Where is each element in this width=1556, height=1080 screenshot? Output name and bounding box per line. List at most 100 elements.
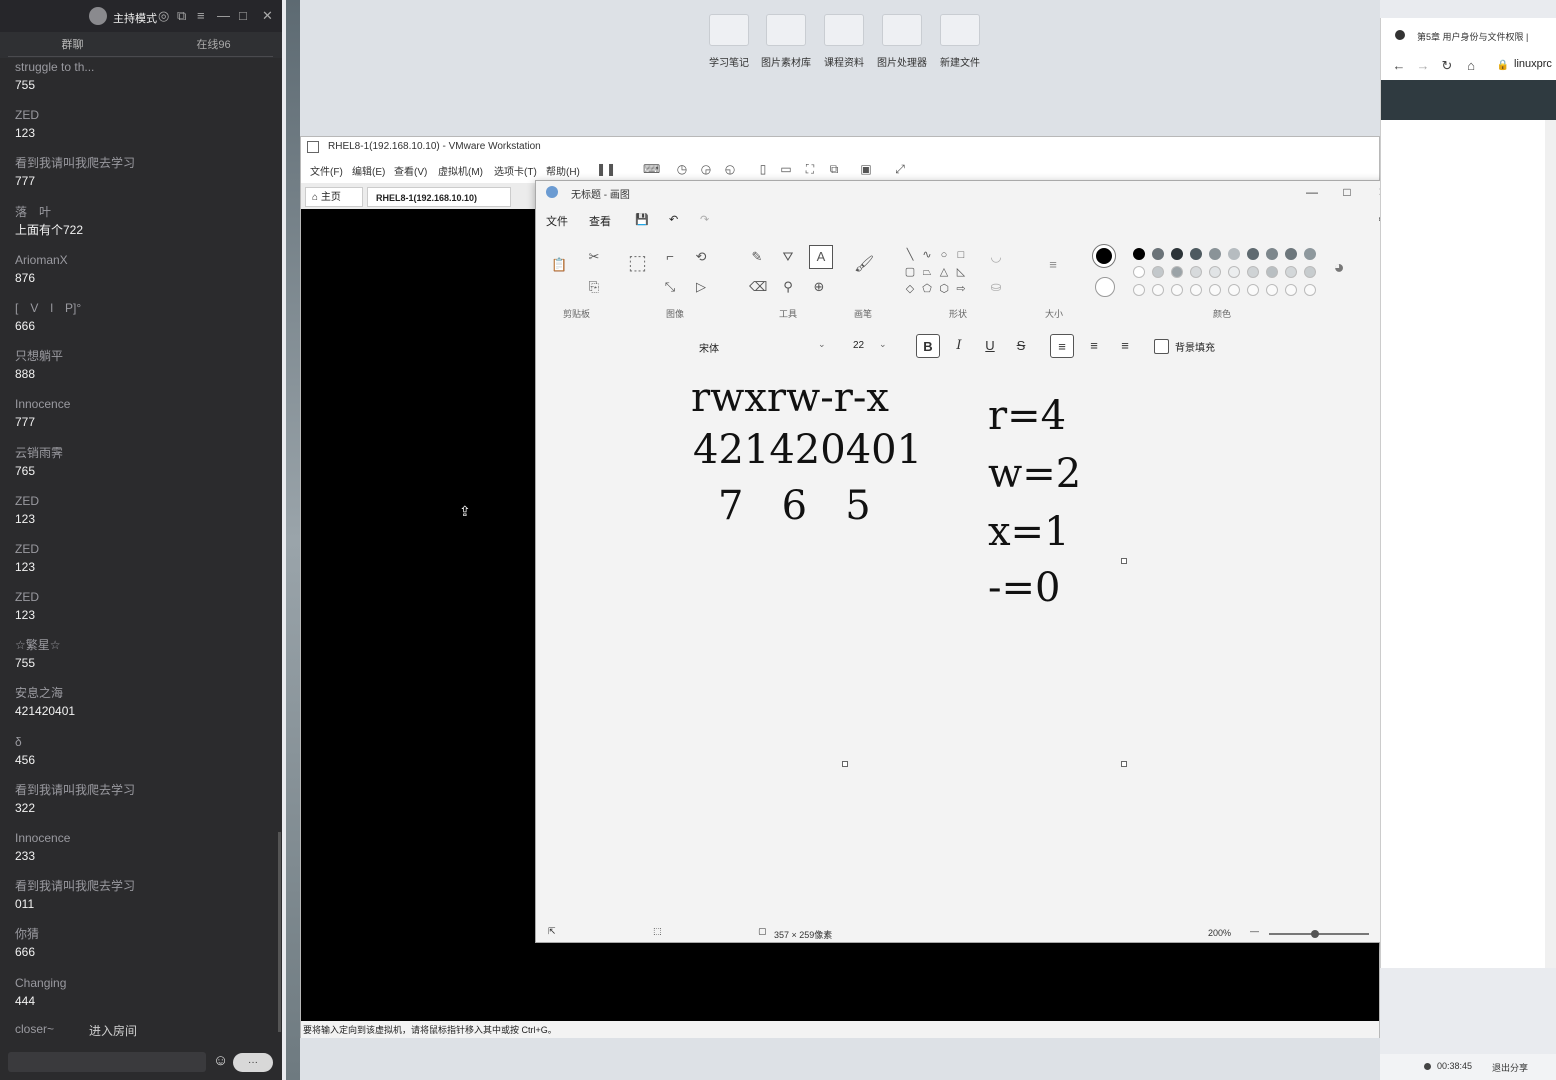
chevron-down-icon[interactable]: ⌄ xyxy=(818,339,826,350)
chat-scrollbar[interactable] xyxy=(278,832,281,1032)
strikethrough-button[interactable]: S xyxy=(1009,334,1033,358)
color-swatch[interactable] xyxy=(1304,266,1316,278)
forward-icon[interactable]: → xyxy=(1415,58,1431,74)
vmware-titlebar[interactable]: RHEL8-1(192.168.10.10) - VMware Workstat… xyxy=(301,137,1379,157)
save-icon[interactable]: 💾 xyxy=(635,213,649,226)
paint-canvas[interactable]: rwxrw-r-x 421420401 7 6 5 r=4 w=2 x=1 -=… xyxy=(536,375,1400,913)
send-keys-icon[interactable]: ⌨ xyxy=(643,162,660,176)
color-picker-icon[interactable]: ⚲ xyxy=(780,279,796,295)
chat-message-author[interactable]: Innocence xyxy=(15,395,278,413)
chat-message-author[interactable]: [ V l P]° xyxy=(15,299,278,317)
snapshot-icon[interactable]: ◷ xyxy=(675,162,689,176)
align-left-button[interactable]: ≡ xyxy=(1050,334,1074,358)
menu-file[interactable]: 文件(F) xyxy=(310,163,343,178)
color-swatch[interactable] xyxy=(1190,284,1202,296)
back-icon[interactable]: ← xyxy=(1391,58,1407,74)
zoom-slider[interactable] xyxy=(1269,933,1369,935)
message-list[interactable]: struggle to th... 755 ZED 123 看到我请叫我爬去学习 777 落… xyxy=(0,58,278,1048)
chat-message-author[interactable]: ZED xyxy=(15,492,278,510)
copy-icon[interactable]: ⎘ xyxy=(586,279,602,295)
minimize-icon[interactable]: — xyxy=(217,8,230,23)
hexagon-icon[interactable]: ⬡ xyxy=(936,281,952,297)
zoom-out-icon[interactable]: — xyxy=(1250,926,1259,936)
align-right-button[interactable]: ≡ xyxy=(1113,334,1137,358)
color-swatch[interactable] xyxy=(1152,266,1164,278)
home-icon[interactable]: ⌂ xyxy=(1463,58,1479,74)
library-icon[interactable]: ▯ xyxy=(756,162,770,176)
menu-edit[interactable]: 编辑(E) xyxy=(352,163,385,178)
size-icon[interactable]: ≡ xyxy=(1045,257,1061,273)
color-swatch[interactable] xyxy=(1266,248,1278,260)
edit-colors-icon[interactable]: ◕ xyxy=(1331,258,1347,276)
emoji-icon[interactable]: ☺ xyxy=(213,1053,229,1069)
color1-swatch[interactable] xyxy=(1092,244,1116,268)
color-swatch[interactable] xyxy=(1209,248,1221,260)
minimize-icon[interactable]: — xyxy=(1298,183,1326,201)
resize-handle[interactable] xyxy=(1121,558,1127,564)
settings-icon[interactable]: ◎ xyxy=(158,8,169,24)
color-swatch[interactable] xyxy=(1133,284,1145,296)
chat-message-author[interactable]: ZED xyxy=(15,106,278,124)
browser-tab-title[interactable]: 第5章 用户身份与文件权限 | xyxy=(1417,30,1528,43)
color2-swatch[interactable] xyxy=(1095,277,1115,297)
desktop-icon[interactable]: 课程资料 xyxy=(819,14,869,69)
desktop-icon[interactable]: 图片素材库 xyxy=(761,14,811,69)
chat-message-author[interactable]: 你猜 xyxy=(15,925,278,943)
pentagon-icon[interactable]: ⬠ xyxy=(919,281,935,297)
italic-button[interactable]: I xyxy=(947,334,971,358)
send-button[interactable]: ··· xyxy=(233,1053,273,1072)
color-swatch[interactable] xyxy=(1190,248,1202,260)
tab-vm[interactable]: RHEL8-1(192.168.10.10) xyxy=(367,187,511,207)
exit-share-button[interactable]: 退出分享 xyxy=(1492,1061,1528,1074)
menu-view[interactable]: 查看(V) xyxy=(394,163,427,178)
cut-icon[interactable]: ✂ xyxy=(586,249,602,265)
desktop-icon[interactable]: 图片处理器 xyxy=(877,14,927,69)
align-center-button[interactable]: ≡ xyxy=(1082,334,1106,358)
color-swatch[interactable] xyxy=(1228,266,1240,278)
font-family-select[interactable]: 宋体 xyxy=(699,340,719,355)
chat-message-author[interactable]: ZED xyxy=(15,588,278,606)
color-swatch[interactable] xyxy=(1209,284,1221,296)
outline-icon[interactable]: ◡ xyxy=(988,249,1004,265)
thumbnail-icon[interactable]: ▭ xyxy=(779,162,793,176)
popout-icon[interactable]: ⧉ xyxy=(177,8,186,24)
brush-icon[interactable]: 🖌 xyxy=(854,257,874,273)
maximize-icon[interactable]: □ xyxy=(239,8,247,23)
arrow-shape-icon[interactable]: ⇨ xyxy=(953,281,969,297)
font-size-select[interactable]: 22 xyxy=(853,340,864,351)
desktop-icon[interactable]: 学习笔记 xyxy=(704,14,754,69)
chat-message-author[interactable]: 只想躺平 xyxy=(15,347,278,365)
line-icon[interactable]: ╲ xyxy=(902,247,918,263)
color-swatch[interactable] xyxy=(1171,248,1183,260)
unity-icon[interactable]: ⧉ xyxy=(827,162,841,176)
chat-message-author[interactable]: 安息之海 xyxy=(15,684,278,702)
tab-group-chat[interactable]: 群聊 xyxy=(0,32,145,58)
color-swatch[interactable] xyxy=(1171,284,1183,296)
diamond-icon[interactable]: ◇ xyxy=(902,281,918,297)
eraser-icon[interactable]: ⌫ xyxy=(749,279,767,295)
chat-message-author[interactable]: ☆繁星☆ xyxy=(15,636,278,654)
chat-input[interactable] xyxy=(8,1052,206,1072)
menu-tabs[interactable]: 选项卡(T) xyxy=(494,163,537,178)
flip-icon[interactable]: ▷ xyxy=(693,279,709,295)
tab-online[interactable]: 在线96 xyxy=(145,32,282,58)
underline-button[interactable]: U xyxy=(978,334,1002,358)
color-swatch[interactable] xyxy=(1190,266,1202,278)
color-swatch[interactable] xyxy=(1266,284,1278,296)
chat-message-author[interactable]: 看到我请叫我爬去学习 xyxy=(15,154,278,172)
redo-icon[interactable]: ↷ xyxy=(700,213,709,226)
browser-scrollbar[interactable] xyxy=(1545,120,1556,968)
color-swatch[interactable] xyxy=(1133,248,1145,260)
console-icon[interactable]: ▣ xyxy=(859,162,873,176)
color-swatch[interactable] xyxy=(1304,284,1316,296)
crop-icon[interactable]: ⌐ xyxy=(662,249,678,265)
menu-vm[interactable]: 虚拟机(M) xyxy=(438,163,483,178)
address-bar[interactable]: linuxprc xyxy=(1514,58,1552,70)
polygon-icon[interactable]: ⏢ xyxy=(919,264,935,280)
color-swatch[interactable] xyxy=(1304,248,1316,260)
fill-shape-icon[interactable]: ⛀ xyxy=(988,279,1004,295)
color-swatch[interactable] xyxy=(1171,266,1183,278)
fullscreen-icon[interactable]: ⛶ xyxy=(803,162,817,176)
chat-message-author[interactable]: Changing xyxy=(15,974,278,992)
pencil-icon[interactable]: ✎ xyxy=(749,249,765,265)
